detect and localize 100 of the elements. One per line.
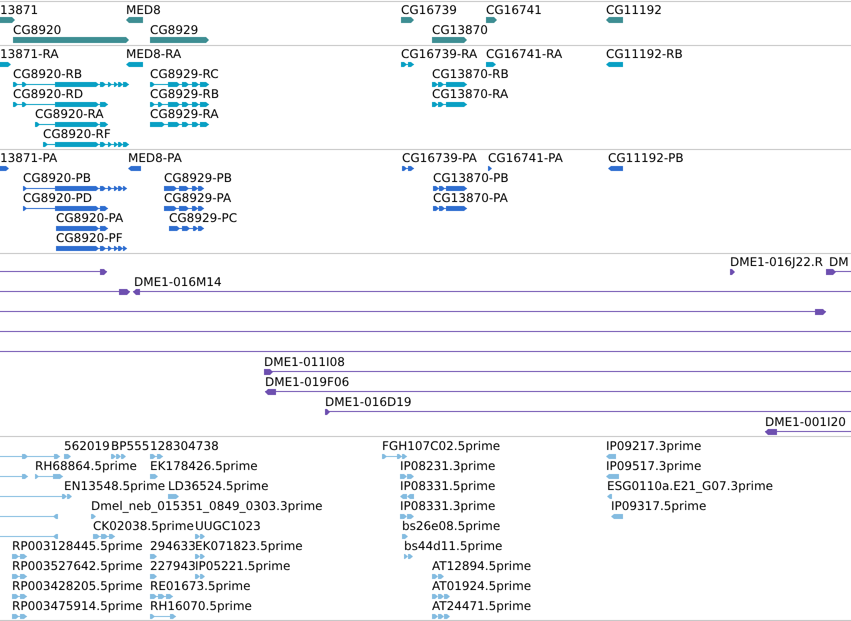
feature-label: CG8920 [13,23,62,37]
feature-label: CK02038.5prime [93,519,194,533]
feature-label: LD36524.5prime [168,479,269,493]
est-arrow[interactable] [150,574,157,578]
protein-arrow[interactable] [0,166,9,170]
feature-label: CG8929-RB [150,87,220,101]
feature-label: CG8929-RA [150,107,219,121]
feature-label: CG8920-RB [13,67,82,81]
feature-label: 294633 [150,539,196,553]
feature-label: DME1-001I20 [765,415,846,429]
feature-label: 562019 [64,439,110,453]
feature-label: RP003527642.5prime [12,559,143,573]
feature-label: DME1-016D19 [325,395,412,409]
feature-label: MED8-PA [128,151,182,165]
est-arrow[interactable] [432,574,444,578]
feature-label: DM [829,255,849,269]
feature-label: CG16739-PA [402,151,477,165]
est-arrow[interactable] [195,554,205,558]
feature-label: CG11192-RB [606,47,683,61]
feature-label: CG13870-RB [432,67,509,81]
feature-label: CG8920-PF [56,231,123,245]
est-arrow[interactable] [432,594,450,598]
est-arrow[interactable] [150,474,158,478]
gene-arrow[interactable] [401,17,414,23]
feature-label: ESG0110a.E21_G07.3prime [607,479,774,493]
est-arrow[interactable] [62,494,72,498]
feature-label: RE01673.5prime [150,579,250,593]
transcript-arrow[interactable] [0,62,11,66]
feature-label: IP09517.3prime [606,459,702,473]
feature-label: CG8929-PA [164,191,232,205]
est-arrow[interactable] [404,554,413,558]
clone-line[interactable] [0,329,851,335]
feature-label: 13871 [0,3,38,17]
est-arrow[interactable] [400,474,414,478]
feature-label: IP08231.3prime [400,459,496,473]
gene-arrow[interactable] [486,17,497,23]
gene-arrow[interactable] [126,17,143,23]
feature-label: IP08331.5prime [400,479,496,493]
feature-label: MED8 [126,3,161,17]
feature-label: RP003128445.5prime [12,539,143,553]
est-arrow[interactable] [402,534,408,538]
est-arrow[interactable] [432,614,450,618]
protein-arrow[interactable] [608,166,623,170]
clone-line[interactable] [0,349,851,355]
feature-label: CG13870-RA [432,87,508,101]
feature-label: CG16741 [486,3,542,17]
est-arrow[interactable] [400,494,414,498]
feature-label: CG11192-PB [608,151,684,165]
gene-arrow[interactable] [0,17,15,23]
feature-label: CG8920-PA [56,211,124,225]
feature-label: CG16739-RA [401,47,478,61]
feature-label: RH68864.5prime [35,459,137,473]
gene-arrow[interactable] [606,17,623,23]
est-arrow[interactable] [111,454,126,458]
transcript-arrow[interactable] [606,62,623,66]
feature-label: RH16070.5prime [150,599,252,613]
feature-label: 128304738 [150,439,219,453]
feature-label: CG8920-RF [43,127,111,141]
protein-arrow[interactable] [128,166,141,170]
est-arrow[interactable] [150,554,157,558]
transcript-arrow[interactable] [486,62,496,66]
feature-label: CG8929-PB [164,171,232,185]
feature-label: BP555 [111,439,150,453]
feature-label: 13871-RA [0,47,59,61]
feature-label: bs26e08.5prime [402,519,500,533]
feature-label: DME1-019F06 [265,375,350,389]
feature-label: AT12894.5prime [432,559,532,573]
est-arrow[interactable] [91,514,96,518]
feature-label: AT01924.5prime [432,579,532,593]
feature-label: IP08331.3prime [400,499,496,513]
clone-arrow[interactable] [730,269,735,275]
feature-label: UUGC1023 [195,519,261,533]
feature-label: CG16741-PA [488,151,563,165]
feature-label: bs44d11.5prime [404,539,502,553]
feature-label: CG13870 [432,23,488,37]
feature-label: Dmel_neb_015351_0849_0303.3prime [91,499,323,513]
feature-label: IP09317.5prime [611,499,706,513]
feature-label: CG8929-PC [169,211,238,225]
est-arrow[interactable] [606,474,619,478]
protein-arrow[interactable] [488,166,492,170]
feature-label: DME1-016M14 [134,275,222,289]
est-arrow[interactable] [606,454,616,458]
est-arrow[interactable] [168,494,179,498]
est-arrow[interactable] [607,494,612,498]
transcript-arrow[interactable] [126,62,143,66]
feature-label: AT24471.5prime [432,599,532,613]
est-arrow[interactable] [400,514,414,518]
gene-arrow[interactable] [432,37,467,43]
est-arrow[interactable] [611,514,623,518]
feature-label: CG8920-RD [13,87,84,101]
est-arrow[interactable] [64,454,71,458]
feature-label: IP05221.5prime [195,559,290,573]
feature-label: RP003428205.5prime [12,579,143,593]
feature-label: CG13870-PB [433,171,509,185]
feature-label: CG8929 [150,23,198,37]
est-arrow[interactable] [195,534,205,538]
feature-label: IP09217.3prime [606,439,702,453]
est-arrow[interactable] [195,574,205,578]
feature-label: FGH107C02.5prime [382,439,500,453]
feature-label: CG8920-PD [23,191,92,205]
